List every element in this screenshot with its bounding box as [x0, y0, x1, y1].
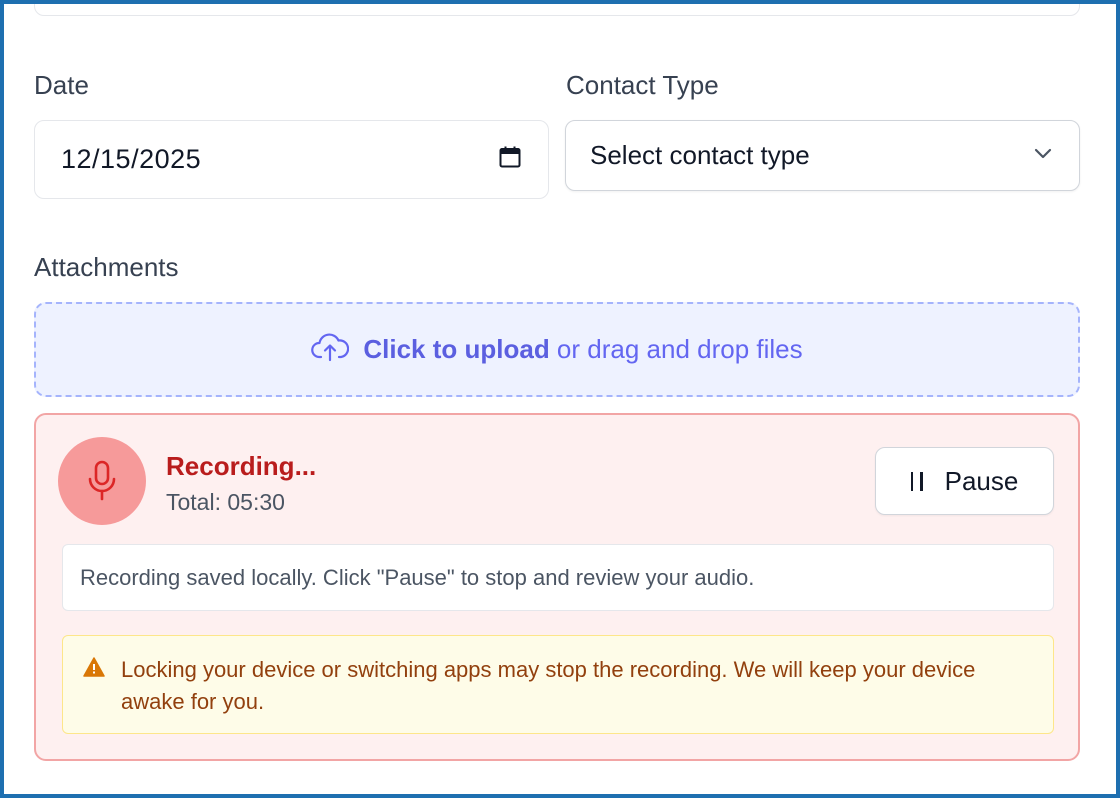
recording-status: Recording... [166, 451, 317, 481]
microphone-icon [58, 437, 146, 525]
attachments-label: Attachments [34, 252, 179, 282]
contact-type-value: Select contact type [590, 140, 810, 170]
recording-panel: Recording... Total: 05:30 Pause Recordin… [34, 413, 1080, 761]
date-value: 12/15/2025 [61, 144, 202, 174]
date-label: Date [34, 70, 89, 100]
pause-label: Pause [944, 465, 1019, 496]
pause-icon [910, 471, 923, 491]
calendar-icon[interactable] [498, 145, 522, 174]
previous-field[interactable] [34, 0, 1080, 16]
pause-button[interactable]: Pause [875, 447, 1054, 515]
recording-warning: Locking your device or switching apps ma… [62, 635, 1054, 734]
upload-link[interactable]: Click to upload [363, 334, 549, 364]
warning-icon [83, 657, 105, 733]
date-input[interactable]: 12/15/2025 [34, 120, 549, 199]
warning-text: Locking your device or switching apps ma… [121, 657, 976, 714]
chevron-down-icon [1031, 141, 1055, 170]
cloud-upload-icon [311, 332, 350, 367]
contact-type-select[interactable]: Select contact type [565, 120, 1080, 191]
recording-info: Recording saved locally. Click "Pause" t… [62, 544, 1054, 611]
upload-text: Click to upload or drag and drop files [363, 334, 802, 365]
upload-hint: or drag and drop files [549, 334, 803, 364]
contact-type-label: Contact Type [566, 70, 719, 100]
recording-info-text: Recording saved locally. Click "Pause" t… [80, 564, 755, 590]
upload-dropzone[interactable]: Click to upload or drag and drop files [34, 302, 1080, 397]
recording-total-time: Total: 05:30 [166, 489, 285, 515]
